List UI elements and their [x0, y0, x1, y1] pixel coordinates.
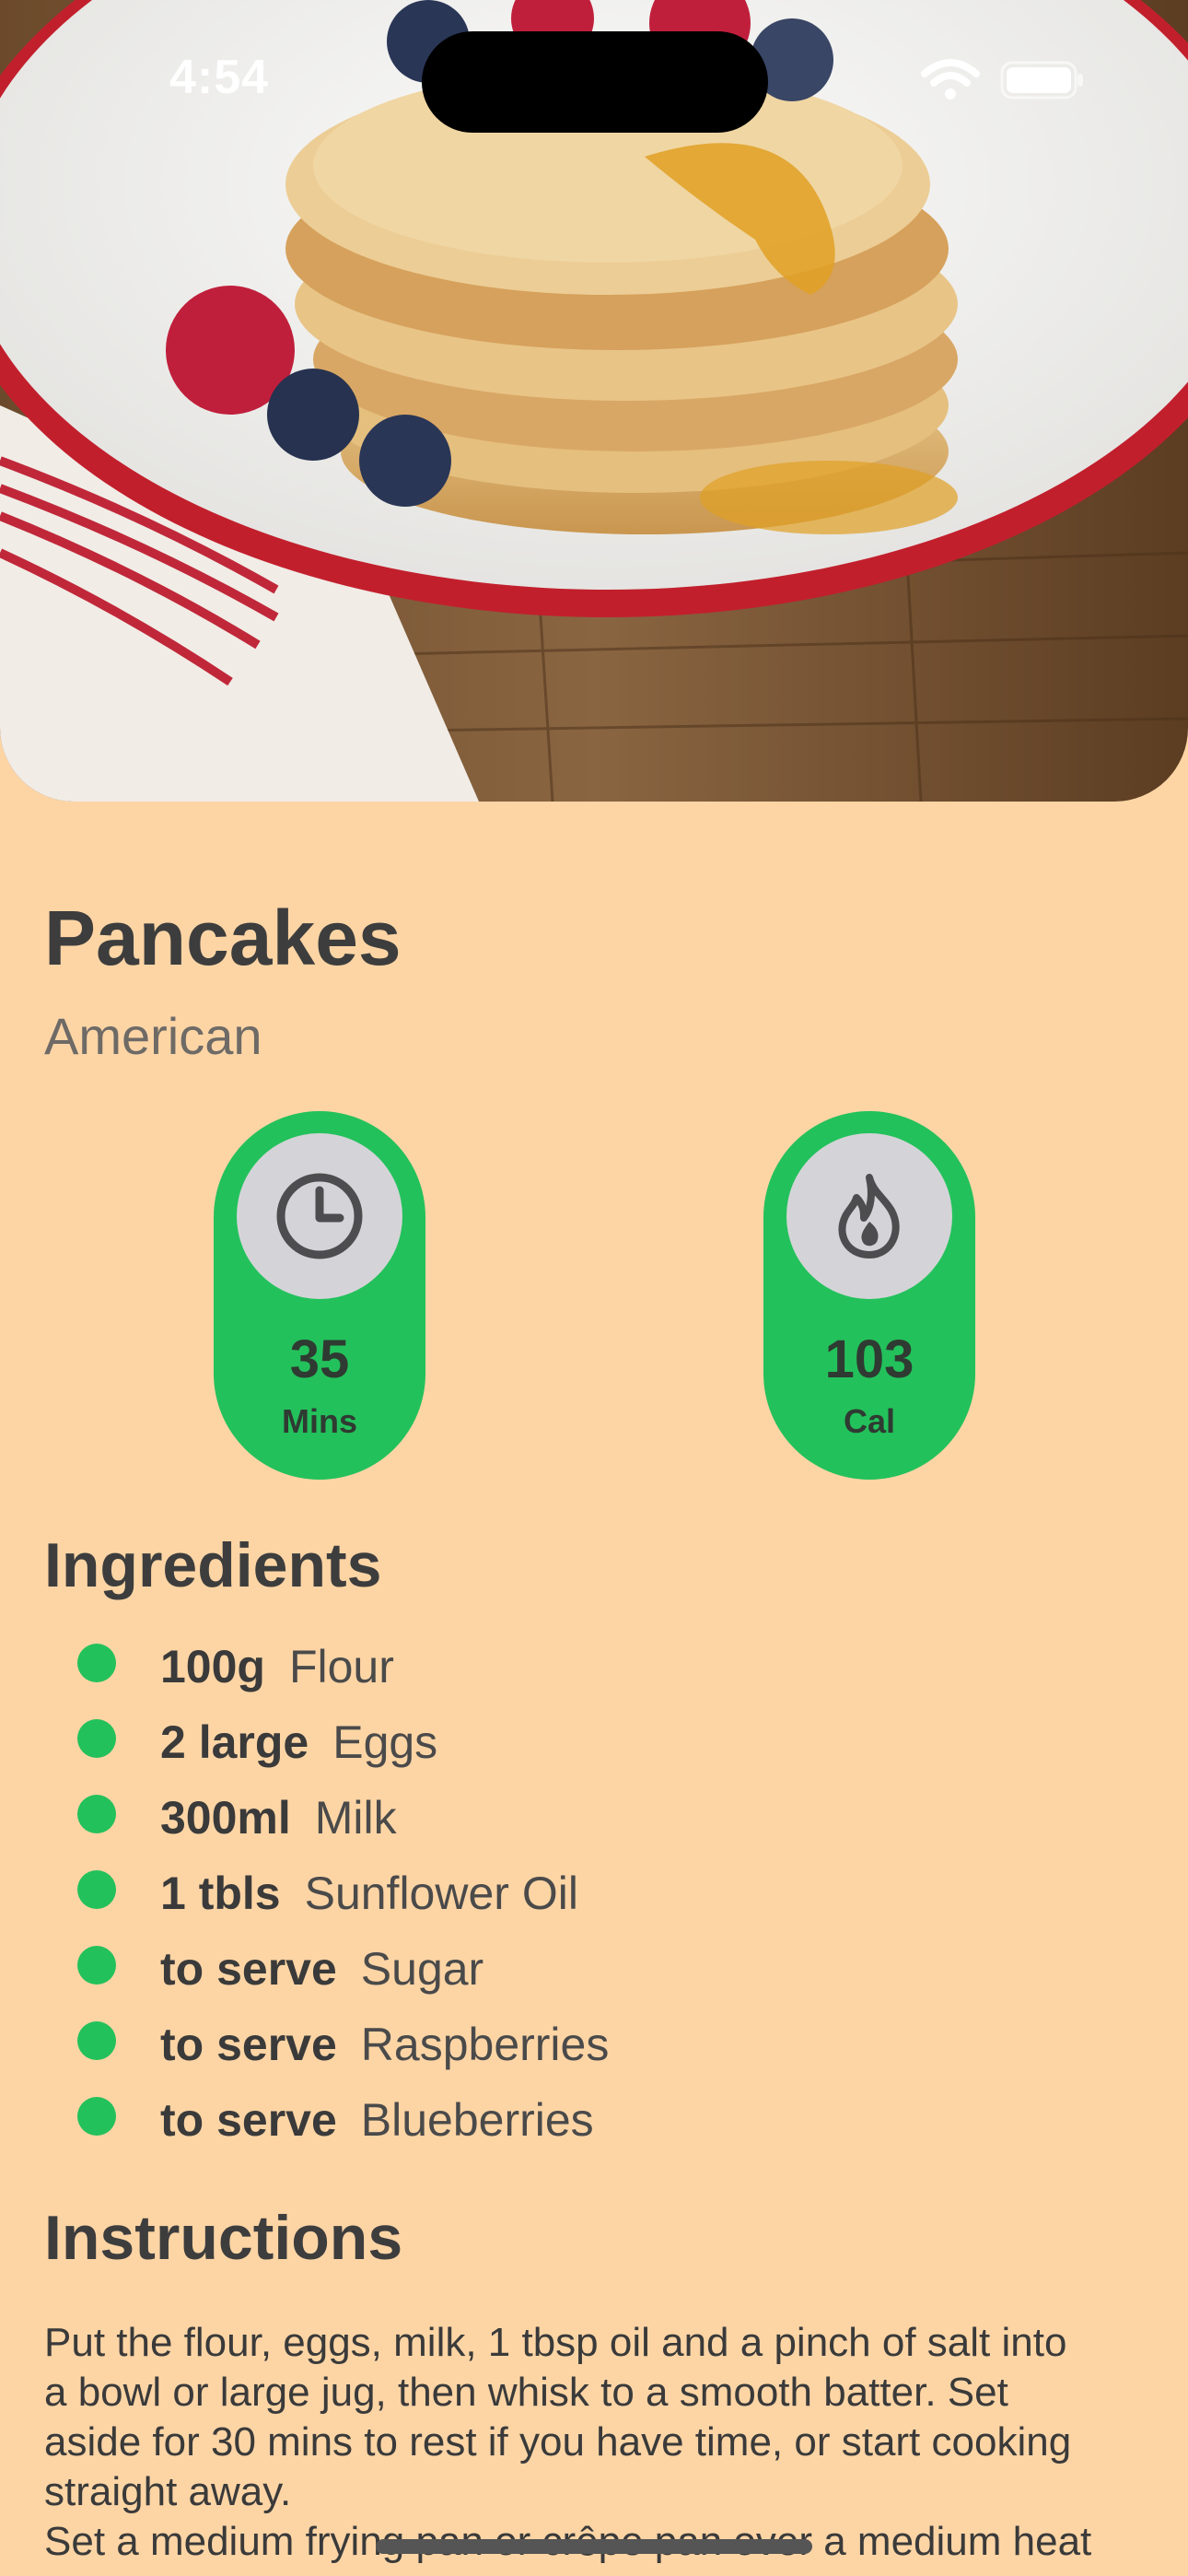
clock-icon: [276, 1173, 363, 1259]
instruction-line: Put the flour, eggs, milk, 1 tbsp oil an…: [44, 2320, 1067, 2365]
home-indicator[interactable]: [376, 2539, 812, 2554]
instructions-heading: Instructions: [44, 2203, 403, 2273]
bullet-dot: [77, 1719, 116, 1758]
battery-icon: [1000, 61, 1083, 100]
instruction-line: a bowl or large jug, then whisk to a smo…: [44, 2370, 1008, 2415]
ingredient-quantity: 100g: [160, 1641, 265, 1692]
instruction-line: aside for 30 mins to rest if you have ti…: [44, 2419, 1072, 2465]
ingredient-item: 1 tbls Sunflower Oil: [0, 1867, 1188, 1942]
instruction-line: straight away.: [44, 2469, 292, 2514]
bullet-dot: [77, 1870, 116, 1909]
ingredient-name: Raspberries: [360, 2019, 610, 2070]
ingredient-quantity: to serve: [160, 2019, 337, 2070]
instructions-text: Put the flour, eggs, milk, 1 tbsp oil an…: [44, 2318, 1149, 2567]
ingredient-name: Eggs: [332, 1716, 438, 1768]
ingredient-quantity: to serve: [160, 2094, 337, 2146]
ingredient-name: Blueberries: [360, 2094, 594, 2146]
bullet-dot: [77, 1946, 116, 1985]
ingredient-name: Sugar: [360, 1943, 484, 1995]
ingredient-quantity: 2 large: [160, 1716, 309, 1768]
calories-value: 103: [824, 1329, 914, 1389]
cook-time-unit: Mins: [281, 1402, 357, 1440]
ingredient-item: to serve Sugar: [0, 1942, 1188, 2018]
cook-time-value: 35: [289, 1329, 350, 1389]
ingredient-name: Flour: [288, 1641, 394, 1692]
ingredient-name: Sunflower Oil: [304, 1868, 578, 1919]
ingredient-item: to serve Raspberries: [0, 2018, 1188, 2093]
ingredient-name: Milk: [314, 1792, 397, 1844]
bullet-dot: [77, 1795, 116, 1833]
ingredient-quantity: to serve: [160, 1943, 337, 1995]
bullet-dot: [77, 1644, 116, 1682]
ingredient-item: 2 large Eggs: [0, 1715, 1188, 1791]
ingredient-quantity: 1 tbls: [160, 1868, 281, 1919]
calories-unit: Cal: [843, 1402, 896, 1440]
status-time: 4:54: [169, 51, 270, 104]
ingredient-item: to serve Blueberries: [0, 2093, 1188, 2169]
cook-time-pill: 35 Mins: [214, 1111, 425, 1480]
ingredient-quantity: 300ml: [160, 1792, 291, 1844]
ingredient-item: 100g Flour: [0, 1640, 1188, 1715]
ingredients-heading: Ingredients: [44, 1530, 382, 1600]
calories-icon-circle: [786, 1133, 952, 1299]
cook-time-icon-circle: [237, 1133, 402, 1299]
ingredient-item: 300ml Milk: [0, 1791, 1188, 1867]
recipe-cuisine: American: [44, 1007, 262, 1065]
bullet-dot: [77, 2021, 116, 2060]
calories-pill: 103 Cal: [763, 1111, 975, 1480]
bullet-dot: [77, 2097, 116, 2136]
status-bar: 4:54: [0, 0, 1188, 138]
recipe-title: Pancakes: [44, 895, 402, 981]
wifi-icon: [921, 59, 980, 100]
flame-icon: [838, 1174, 900, 1259]
dynamic-island: [422, 31, 768, 133]
